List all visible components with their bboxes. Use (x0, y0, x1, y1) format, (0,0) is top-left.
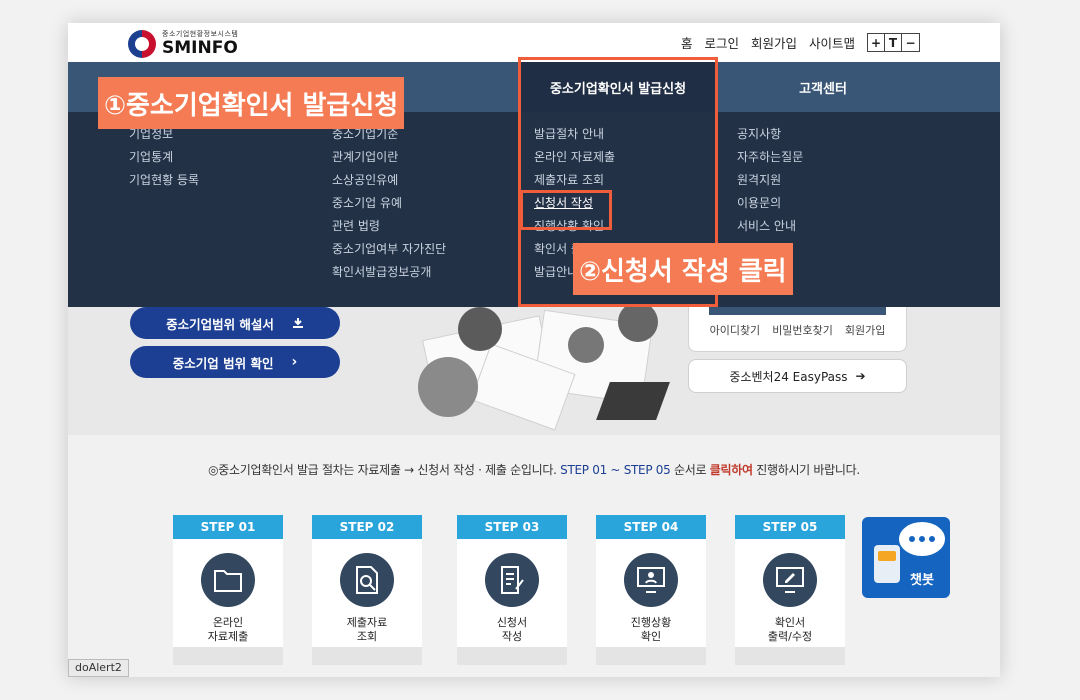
chatbot-label: 챗봇 (910, 573, 934, 588)
step-02-foot (312, 647, 422, 665)
font-increase-button[interactable]: + (868, 34, 885, 51)
folder-icon (201, 553, 255, 607)
step-05-label: 확인서 출력/수정 (767, 616, 813, 643)
step-05-foot (735, 647, 845, 665)
font-decrease-button[interactable]: − (902, 34, 919, 51)
notice-step-range: STEP 01 ~ STEP 05 (560, 463, 671, 477)
process-notice: ◎중소기업확인서 발급 절차는 자료제출 → 신청서 작성 · 제출 순입니다.… (68, 461, 1000, 478)
range-check-label: 중소기업 범위 확인 (172, 355, 274, 371)
util-login-link[interactable]: 로그인 (704, 33, 739, 52)
notice-suffix: 진행하시기 바랍니다. (756, 463, 860, 477)
sme-range-check-button[interactable]: 중소기업 범위 확인 › (130, 346, 340, 378)
mega-col-company: 기업정보 기업통계 기업현황 등록 (129, 126, 199, 188)
arrow-right-icon: ➔ (855, 369, 866, 383)
menu-small-business-grace[interactable]: 소상공인유예 (332, 172, 446, 188)
step-04-label: 진행상황 확인 (630, 616, 672, 643)
logo-title: SMINFO (162, 38, 238, 58)
notice-prefix: ◎중소기업확인서 발급 절차는 자료제출 → 신청서 작성 · 제출 순입니다. (208, 463, 557, 477)
step-02-card[interactable]: STEP 02 제출자료 조회 (312, 515, 422, 665)
menu-remote-support[interactable]: 원격지원 (737, 172, 803, 188)
menu-company-stats[interactable]: 기업통계 (129, 149, 199, 165)
notice-click: 클릭하여 (709, 463, 753, 477)
find-password-link[interactable]: 비밀번호찾기 (772, 322, 833, 338)
utility-nav: 홈 로그인 회원가입 사이트맵 + T − (681, 33, 920, 52)
step-01-foot (173, 647, 283, 665)
browser-page: 중소기업현황정보시스템 SMINFO 홈 로그인 회원가입 사이트맵 + T −… (68, 23, 1000, 677)
step-01-card[interactable]: STEP 01 온라인 자료제출 (173, 515, 283, 665)
signup-link[interactable]: 회원가입 (845, 322, 885, 338)
font-reset-button[interactable]: T (885, 34, 902, 51)
menu-sme-grace[interactable]: 중소기업 유예 (332, 195, 446, 211)
menu-notices[interactable]: 공지사항 (737, 126, 803, 142)
menu-issuance-disclosure[interactable]: 확인서발급정보공개 (332, 264, 446, 280)
font-size-controls: + T − (867, 33, 920, 52)
logo-subtitle: 중소기업현황정보시스템 (162, 30, 239, 38)
annotation-label-step2: ②신청서 작성 클릭 (573, 243, 793, 295)
annotation-label-step1: ①중소기업확인서 발급신청 (98, 77, 405, 129)
util-signup-link[interactable]: 회원가입 (751, 33, 797, 52)
menu-self-diagnosis[interactable]: 중소기업여부 자가진단 (332, 241, 446, 257)
menu-inquiry[interactable]: 이용문의 (737, 195, 803, 211)
mega-col-customer: 공지사항 자주하는질문 원격지원 이용문의 서비스 안내 (737, 126, 803, 234)
menu-company-register[interactable]: 기업현황 등록 (129, 172, 199, 188)
document-search-icon (340, 553, 394, 607)
menu-related-laws[interactable]: 관련 법령 (332, 218, 446, 234)
step-03-card[interactable]: STEP 03 신청서 작성 (457, 515, 567, 665)
monitor-user-icon (624, 553, 678, 607)
step-04-card[interactable]: STEP 04 진행상황 확인 (596, 515, 706, 665)
menu-faq[interactable]: 자주하는질문 (737, 149, 803, 165)
login-panel-strip (709, 307, 886, 315)
menu-service-guide[interactable]: 서비스 안내 (737, 218, 803, 234)
meeting-illustration (388, 307, 718, 435)
step-05-card[interactable]: STEP 05 확인서 출력/수정 (735, 515, 845, 665)
taegeuk-logo-icon (128, 30, 156, 58)
util-sitemap-link[interactable]: 사이트맵 (809, 33, 855, 52)
step-02-head: STEP 02 (312, 515, 422, 539)
gnb-tab-customer-center[interactable]: 고객센터 (728, 62, 918, 112)
step-05-head: STEP 05 (735, 515, 845, 539)
mega-col-criteria: 중소기업기준 관계기업이란 소상공인유예 중소기업 유예 관련 법령 중소기업여… (332, 126, 446, 280)
login-panel: 아이디찾기 비밀번호찾기 회원가입 (688, 307, 907, 352)
sme-guidebook-download-button[interactable]: 중소기업범위 해설서 (130, 307, 340, 339)
annotation-box-application (520, 190, 612, 230)
site-logo[interactable]: 중소기업현황정보시스템 SMINFO (128, 27, 238, 61)
find-id-link[interactable]: 아이디찾기 (710, 322, 761, 338)
chat-bubble-icon (899, 522, 945, 556)
monitor-edit-icon (763, 553, 817, 607)
step-02-label: 제출자료 조회 (346, 616, 388, 643)
step-04-head: STEP 04 (596, 515, 706, 539)
step-03-head: STEP 03 (457, 515, 567, 539)
step-03-label: 신청서 작성 (496, 616, 528, 643)
step-03-foot (457, 647, 567, 665)
step-01-head: STEP 01 (173, 515, 283, 539)
chevron-right-icon: › (291, 354, 298, 370)
steps-section: ◎중소기업확인서 발급 절차는 자료제출 → 신청서 작성 · 제출 순입니다.… (68, 435, 1000, 677)
chatbot-button[interactable]: 챗봇 (862, 517, 950, 598)
easypass-button[interactable]: 중소벤처24 EasyPass ➔ (688, 359, 907, 393)
document-edit-icon (485, 553, 539, 607)
menu-related-company[interactable]: 관계기업이란 (332, 149, 446, 165)
step-04-foot (596, 647, 706, 665)
guidebook-label: 중소기업범위 해설서 (166, 316, 274, 332)
easypass-label: 중소벤처24 EasyPass (729, 369, 848, 384)
util-home-link[interactable]: 홈 (681, 33, 693, 52)
status-tooltip: doAlert2 (68, 659, 129, 677)
step-01-label: 온라인 자료제출 (207, 616, 249, 643)
notice-mid: 순서로 (673, 463, 707, 477)
robot-icon (874, 545, 900, 583)
download-icon (292, 318, 303, 328)
